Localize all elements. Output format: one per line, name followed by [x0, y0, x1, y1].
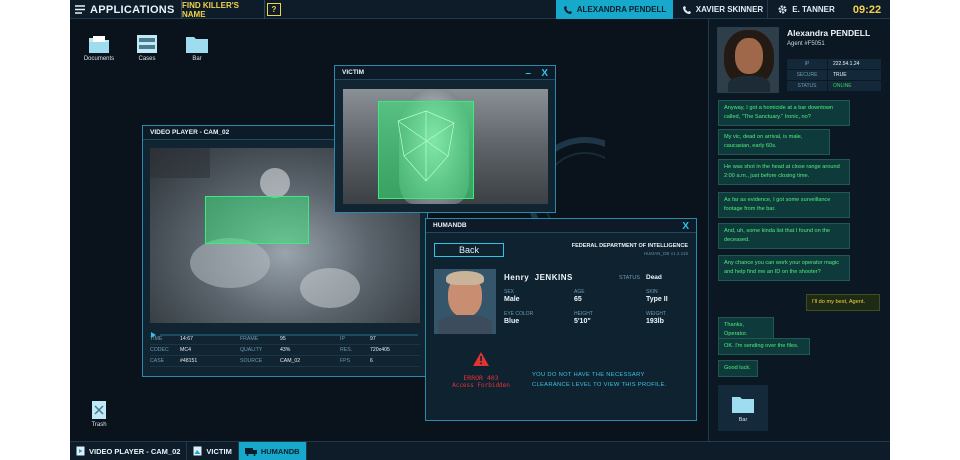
- window-title: HUMANDB: [433, 222, 467, 229]
- desktop-screen: Applications Find killer's name ? Alexan…: [70, 0, 890, 460]
- taskbar-item-label: HUMANDB: [260, 446, 300, 456]
- objective-label: Find killer's name: [181, 0, 265, 19]
- error-message: Access Forbidden: [452, 382, 510, 389]
- chat-message-agent: Any chance you can work your operator ma…: [718, 255, 850, 281]
- face-mesh-overlay: [397, 110, 455, 182]
- taskbar-item-label: VIDEO PLAYER - CAM_02: [89, 446, 181, 456]
- desktop-icon-documents[interactable]: Documents: [74, 34, 124, 62]
- contact-tab-label: E. Tanner: [792, 5, 835, 14]
- database-version: HUMAN_DB v1.2.116: [643, 251, 688, 256]
- truck-icon: [244, 447, 257, 456]
- close-button[interactable]: X: [541, 66, 548, 80]
- chat-message-agent: He was shot in the head at close range a…: [718, 159, 850, 185]
- agent-chat-panel: Alexandra PENDELL Agent #F5051 IP 222.54.…: [708, 19, 890, 441]
- applications-menu-button[interactable]: Applications: [74, 0, 175, 19]
- chat-message-agent: Good luck.: [718, 360, 758, 377]
- video-file-icon: [76, 446, 85, 456]
- field-skin: SKIN Type II: [646, 289, 668, 303]
- clock: 09:22: [852, 3, 882, 16]
- menu-icon: [75, 5, 85, 14]
- field-age: AGE 65: [574, 289, 585, 303]
- contact-tab-tanner[interactable]: E. Tanner: [772, 0, 840, 19]
- video-stats-table: TIME 14:67 FRAME 95 IP 97 CODEC MC4 QUALITY 4…: [150, 334, 420, 367]
- contact-tab-label: Alexandra Pendell: [576, 5, 667, 14]
- status-value: Dead: [646, 274, 662, 281]
- profile-photo: [434, 269, 496, 334]
- desktop-icon-trash[interactable]: Trash: [74, 398, 124, 428]
- image-file-icon: [193, 446, 202, 456]
- back-button[interactable]: Back: [434, 243, 504, 257]
- shared-file-label: Bar: [738, 416, 748, 423]
- taskbar-item-humandb[interactable]: HUMANDB: [238, 442, 307, 460]
- video-progress-bar[interactable]: [150, 325, 420, 338]
- stats-row: TIME 14:67 FRAME 95 IP 97: [150, 334, 420, 345]
- phone-icon: [563, 6, 572, 14]
- victim-titlebar[interactable]: VICTIM – X: [335, 66, 555, 80]
- chat-message-agent: As far as evidence, I got some surveilla…: [718, 192, 850, 218]
- agent-name: Alexandra PENDELL: [787, 28, 871, 38]
- humandb-titlebar[interactable]: HUMANDB X: [426, 219, 696, 233]
- window-title: VIDEO PLAYER - CAM_02: [150, 129, 230, 136]
- department-title: FEDERAL DEPARTMENT OF INTELLIGENCE: [571, 243, 688, 249]
- cabinet-icon: [137, 35, 157, 53]
- taskbar: VIDEO PLAYER - CAM_02 VICTIM HUMANDB: [70, 441, 890, 460]
- victim-window[interactable]: VICTIM – X: [334, 65, 556, 213]
- folder-icon: [186, 37, 208, 53]
- taskbar-item-label: VICTIM: [206, 446, 232, 456]
- humandb-window[interactable]: HUMANDB X Back FEDERAL DEPARTMENT OF INT…: [425, 218, 697, 421]
- chat-message-agent: OK. I'm sending over the files.: [718, 338, 810, 355]
- desktop-icon-bar[interactable]: Bar: [172, 34, 222, 62]
- close-button[interactable]: X: [682, 219, 689, 233]
- contact-tab-label: Xavier Skinner: [695, 5, 764, 14]
- clearance-notice: YOU DO NOT HAVE THE NECESSARY CLEARANCE …: [532, 372, 667, 388]
- minimize-button[interactable]: –: [525, 66, 531, 80]
- status-label: STATUS: [619, 275, 640, 281]
- agent-ip-row: IP 222.54.1.24: [787, 59, 881, 69]
- profile-name: Henry JENKINS: [504, 273, 573, 282]
- contact-tab-xavier[interactable]: Xavier Skinner: [678, 0, 768, 19]
- gear-icon: [778, 5, 787, 14]
- contact-tab-alexandra[interactable]: Alexandra Pendell: [556, 0, 673, 19]
- stats-row: CASE #48151 SOURCE CAM_02 FPS 6: [150, 356, 420, 367]
- agent-secure-row: SECURE TRUE: [787, 70, 881, 80]
- access-error: ERROR 403 Access Forbidden: [446, 352, 516, 389]
- chat-message-agent: Anyway, I got a homicide at a bar downto…: [718, 100, 850, 126]
- victim-face-scan-image: [343, 89, 548, 204]
- help-button[interactable]: ?: [267, 3, 281, 16]
- taskbar-item-video-player[interactable]: VIDEO PLAYER - CAM_02: [70, 442, 188, 460]
- taskbar-item-victim[interactable]: VICTIM: [187, 442, 239, 460]
- field-weight: WEIGHT 193lb: [646, 311, 666, 325]
- folder-icon: [732, 396, 754, 413]
- chat-message-operator: I'll do my best, Agent.: [806, 294, 880, 311]
- field-sex: SEX Male: [504, 289, 520, 303]
- folder-documents-icon: [89, 36, 109, 53]
- agent-id: Agent #F5051: [787, 41, 825, 47]
- agent-avatar: [717, 27, 779, 93]
- desktop-icon-label: Trash: [91, 422, 107, 428]
- field-height: HEIGHT 5'10": [574, 311, 593, 325]
- top-bar: Applications Find killer's name ? Alexan…: [70, 0, 890, 19]
- window-title: VICTIM: [342, 69, 365, 76]
- error-code: ERROR 403: [463, 374, 499, 382]
- desktop-icon-label: Bar: [192, 56, 202, 62]
- chat-message-agent: And, uh, some kinda list that I found on…: [718, 223, 850, 249]
- body-detection-box: [205, 196, 309, 244]
- warning-icon: [473, 352, 489, 366]
- desktop-icon-label: Cases: [138, 56, 156, 62]
- shared-file-bar[interactable]: Bar: [718, 385, 768, 431]
- field-eye-color: EYE COLOR Blue: [504, 311, 534, 325]
- desktop-icon-label: Documents: [83, 56, 115, 62]
- trash-icon: [92, 401, 106, 419]
- applications-label: Applications: [90, 3, 175, 16]
- agent-status-row: STATUS ONLINE: [787, 81, 881, 91]
- desktop-icon-cases[interactable]: Cases: [122, 34, 172, 62]
- chat-message-agent: My vic, dead on arrival, is male, caucas…: [718, 129, 830, 155]
- phone-icon: [682, 6, 691, 14]
- stats-row: CODEC MC4 QUALITY 43% RES. 720x405: [150, 345, 420, 356]
